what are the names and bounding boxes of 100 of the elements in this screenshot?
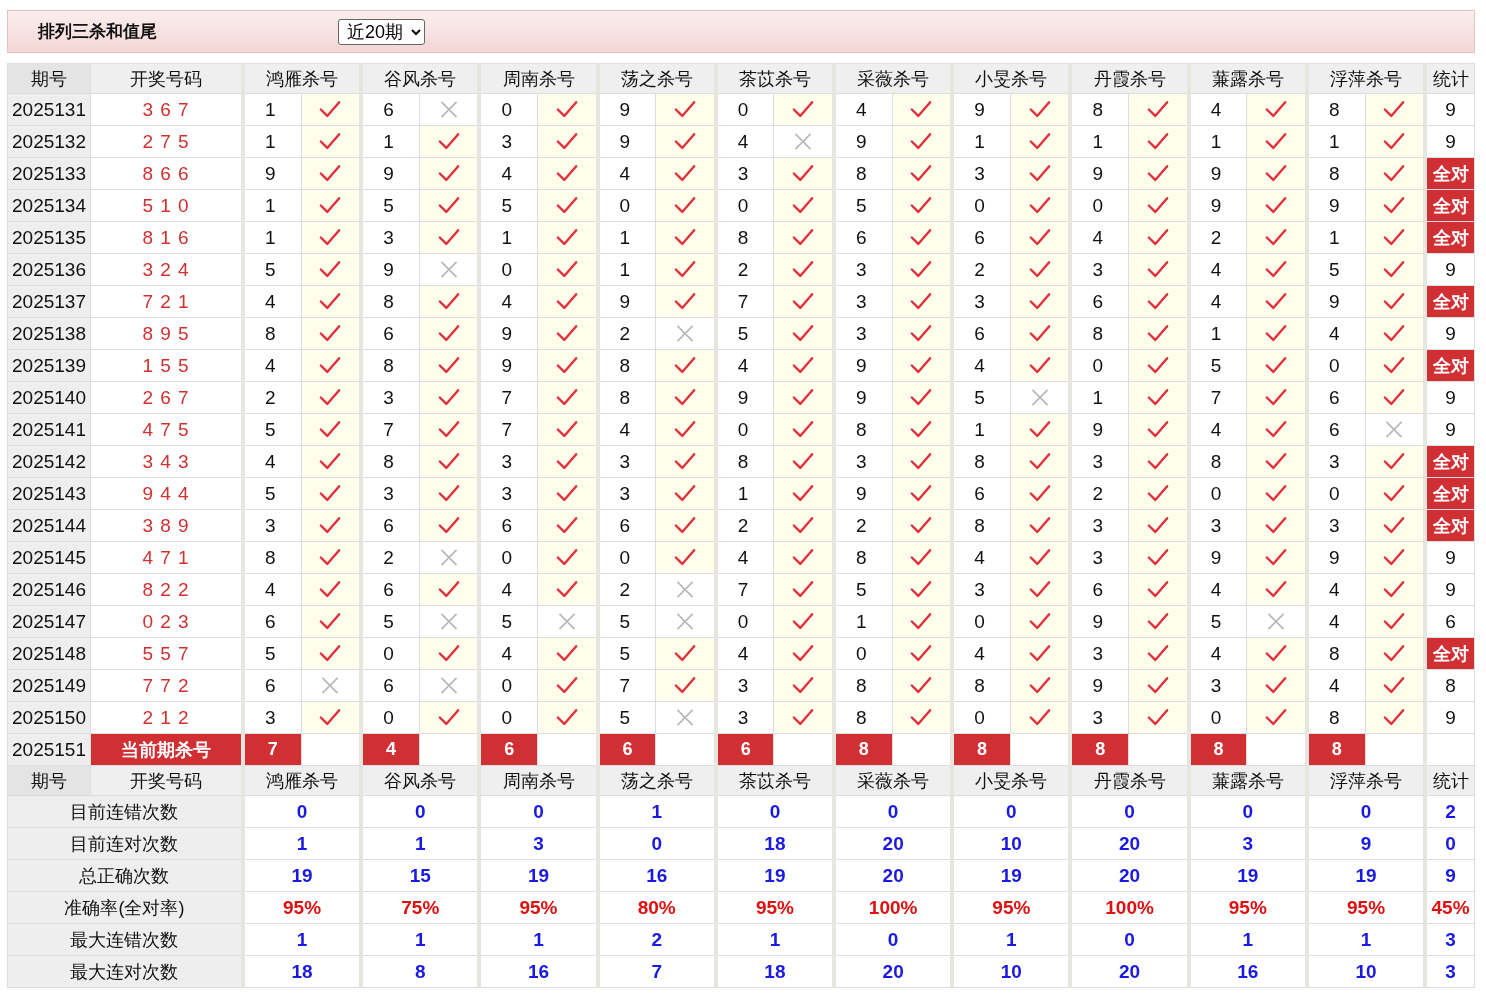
all-correct-badge: 全对 <box>1425 349 1475 382</box>
stat-value: 3 <box>1425 923 1475 956</box>
column-header: 开奖号码 <box>90 765 243 796</box>
stat-value: 0 <box>361 795 480 828</box>
column-header: 周南杀号 <box>479 63 598 94</box>
period-cell: 2025145 <box>7 541 91 574</box>
stat-value: 19 <box>1188 859 1307 892</box>
column-header: 茶苡杀号 <box>715 765 835 796</box>
period-cell: 2025140 <box>7 381 91 414</box>
stat-value: 20 <box>834 955 953 988</box>
stat-value: 95% <box>242 891 362 924</box>
stat-value: 0 <box>597 827 716 860</box>
stat-value: 9 <box>1425 859 1475 892</box>
hit-count-cell: 9 <box>1425 701 1475 734</box>
current-kill-number: 8 <box>834 733 893 766</box>
period-cell: 2025141 <box>7 413 91 446</box>
stat-value: 0 <box>834 923 953 956</box>
stat-value: 10 <box>952 955 1071 988</box>
current-kill-number: 4 <box>361 733 420 766</box>
column-header: 蒹露杀号 <box>1188 63 1307 94</box>
current-kill-number: 6 <box>479 733 538 766</box>
stat-value: 100% <box>834 891 953 924</box>
stat-value: 0 <box>242 795 362 828</box>
column-header: 蒹露杀号 <box>1188 765 1307 796</box>
stat-value: 1 <box>597 795 716 828</box>
stat-value: 19 <box>242 859 362 892</box>
period-cell: 2025131 <box>7 93 91 126</box>
stat-value: 100% <box>1070 891 1189 924</box>
all-correct-badge: 全对 <box>1425 509 1475 542</box>
current-kill-number: 6 <box>715 733 774 766</box>
hit-count-cell: 9 <box>1425 93 1475 126</box>
current-kill-number: 6 <box>597 733 656 766</box>
period-cell: 2025146 <box>7 573 91 606</box>
column-header: 开奖号码 <box>90 63 243 94</box>
stat-value: 95% <box>1188 891 1307 924</box>
period-cell: 2025148 <box>7 637 91 670</box>
stat-value: 20 <box>834 859 953 892</box>
stat-value: 8 <box>361 955 480 988</box>
stat-label: 准确率(全对率) <box>7 891 243 924</box>
stat-value: 0 <box>1425 827 1475 860</box>
hit-count-cell: 9 <box>1425 317 1475 350</box>
stat-value: 16 <box>1188 955 1307 988</box>
period-cell: 2025132 <box>7 125 91 158</box>
column-header: 茶苡杀号 <box>715 63 835 94</box>
column-header: 统计 <box>1425 63 1475 94</box>
period-dropdown[interactable]: 近20期 <box>338 18 425 45</box>
stat-label: 总正确次数 <box>7 859 243 892</box>
period-cell: 2025144 <box>7 509 91 542</box>
stat-value: 1 <box>361 923 480 956</box>
column-header: 浮萍杀号 <box>1306 765 1426 796</box>
column-header: 鸿雁杀号 <box>242 63 362 94</box>
column-header: 采薇杀号 <box>834 63 953 94</box>
period-cell: 2025138 <box>7 317 91 350</box>
stat-value: 0 <box>479 795 598 828</box>
column-header: 谷风杀号 <box>361 63 480 94</box>
stat-value: 1 <box>715 923 835 956</box>
stat-value: 20 <box>834 827 953 860</box>
stat-value: 19 <box>479 859 598 892</box>
stat-value: 1 <box>952 923 1071 956</box>
stat-value: 15 <box>361 859 480 892</box>
period-cell: 2025137 <box>7 285 91 318</box>
stat-label: 目前连错次数 <box>7 795 243 828</box>
stat-value: 0 <box>715 795 835 828</box>
period-cell: 2025151 <box>7 733 91 766</box>
stat-value: 20 <box>1070 827 1189 860</box>
column-header: 期号 <box>7 765 91 796</box>
period-cell: 2025147 <box>7 605 91 638</box>
stat-value: 7 <box>597 955 716 988</box>
period-cell: 2025133 <box>7 157 91 190</box>
stat-value: 16 <box>597 859 716 892</box>
column-header: 统计 <box>1425 765 1475 796</box>
period-cell: 2025150 <box>7 701 91 734</box>
all-correct-badge: 全对 <box>1425 637 1475 670</box>
current-kill-number: 8 <box>1306 733 1366 766</box>
column-header: 小旻杀号 <box>952 765 1071 796</box>
stat-value: 1 <box>1306 923 1426 956</box>
period-cell: 2025135 <box>7 221 91 254</box>
column-header: 鸿雁杀号 <box>242 765 362 796</box>
hit-count-cell: 9 <box>1425 541 1475 574</box>
stat-value: 9 <box>1306 827 1426 860</box>
stat-value: 10 <box>952 827 1071 860</box>
stat-value: 1 <box>242 827 362 860</box>
stat-label: 最大连错次数 <box>7 923 243 956</box>
column-header: 丹霞杀号 <box>1070 765 1189 796</box>
column-header: 荡之杀号 <box>597 63 716 94</box>
all-correct-badge: 全对 <box>1425 157 1475 190</box>
hit-count-cell: 9 <box>1425 381 1475 414</box>
stat-value: 18 <box>715 827 835 860</box>
stat-value: 3 <box>479 827 598 860</box>
stat-label: 最大连对次数 <box>7 955 243 988</box>
stat-value: 2 <box>1425 795 1475 828</box>
stat-value: 1 <box>242 923 362 956</box>
column-header: 周南杀号 <box>479 765 598 796</box>
all-correct-badge: 全对 <box>1425 477 1475 510</box>
hit-count-cell: 6 <box>1425 605 1475 638</box>
stat-value: 2 <box>597 923 716 956</box>
hit-count-cell: 8 <box>1425 669 1475 702</box>
stat-value: 20 <box>1070 859 1189 892</box>
column-header: 浮萍杀号 <box>1306 63 1426 94</box>
stat-value: 18 <box>715 955 835 988</box>
